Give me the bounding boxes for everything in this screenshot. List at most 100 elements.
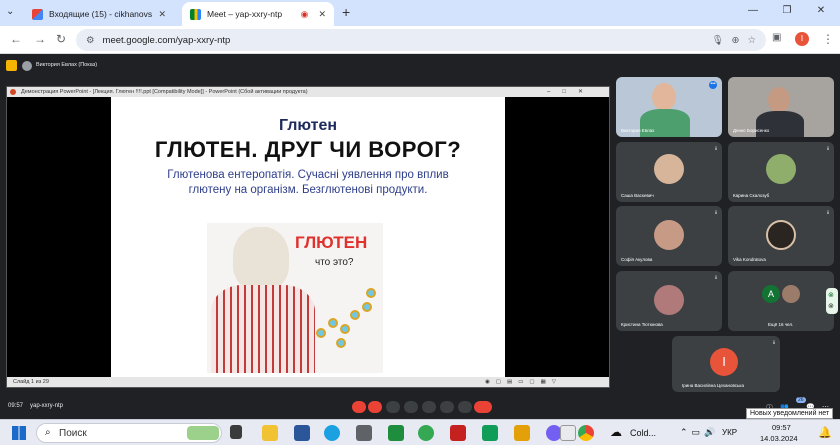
app-icon[interactable] [450,425,466,441]
notification-toast: Новых уведомлений нет [746,408,834,419]
participant-name: Саша Васкевич [621,193,654,198]
figure-head [233,227,289,291]
window-controls: — ❐ ✕ [736,5,838,16]
slide-counter: Слайд 1 из 29 [13,379,49,385]
present-button[interactable] [422,401,436,413]
participant-tile[interactable]: ⅱ Vika Kondratova [728,206,834,266]
slide-subtitle-1: Глютенова ентеропатія. Сучасні уявлення … [167,169,449,181]
emoji-button[interactable] [404,401,418,413]
participant-video [652,83,676,111]
powerpoint-icon [10,89,16,95]
app-icon[interactable] [560,425,576,441]
molecule-atom [328,318,338,328]
leave-call-button[interactable] [474,401,492,413]
bookmark-icon[interactable]: ☆ [747,35,756,46]
participant-avatar [654,220,684,250]
app-icon[interactable] [388,425,404,441]
participant-tile[interactable]: I ⅱ Ірина Василівна Цехановська [672,336,780,392]
participant-name: Денис Борисенко [733,128,770,133]
meet-icon [190,8,201,20]
close-icon[interactable]: ✕ [158,9,166,20]
slide-image: ГЛЮТЕН что это? [207,223,383,373]
presenter-label: Виктория Евлах (Показ) [36,62,98,68]
minimize-icon[interactable]: — [736,5,770,16]
task-view-icon[interactable] [230,425,242,439]
browser-tab-strip: ⌄ Входящие (15) - cikhanovskaja... ✕ Mee… [0,0,840,26]
profile-avatar[interactable]: I [795,32,809,46]
captions-button[interactable] [386,401,400,413]
others-count: Ещё 16 чел. [768,322,794,327]
raise-hand-button[interactable] [440,401,454,413]
site-info-icon[interactable]: ⚙ [86,35,95,46]
notifications-icon[interactable]: 🔔 [818,426,832,439]
participant-avatar [654,285,684,315]
file-explorer-icon[interactable] [262,425,278,441]
participant-avatar: I [710,348,738,376]
others-tile[interactable]: A Ещё 16 чел. [728,271,834,331]
reload-icon[interactable]: ↻ [56,32,66,46]
close-window-icon[interactable]: ✕ [804,5,838,16]
others-avatar: A [762,285,780,303]
participant-tile[interactable]: ••• Виктория Евлах [616,77,722,137]
mic-button[interactable] [352,401,366,413]
participant-tile[interactable]: ⅱ Карина Скалозуб [728,142,834,202]
ppt-title-bar: Демонстрация PowerPoint - [Лекция. Глюте… [7,87,609,97]
browser-toolbar: ← → ↻ ⚙ meet.google.com/yap-xxry-ntp 🎙 ⊕… [0,26,840,54]
participant-tile[interactable]: ⅱ Кристина Тютюнова [616,271,722,331]
chrome-icon[interactable] [578,425,594,441]
slide-title: ГЛЮТЕН. ДРУГ ЧИ ВОРОГ? [154,137,462,162]
more-options-button[interactable] [458,401,472,413]
edge-icon[interactable] [324,425,340,441]
participant-name: Ірина Василівна Цехановська [682,383,744,388]
store-icon[interactable] [356,425,372,441]
folder-icon[interactable] [514,425,530,441]
molecule-atom [362,302,372,312]
search-placeholder: Поиск [59,428,87,439]
participant-tile[interactable]: Денис Борисенко [728,77,834,137]
zoom-icon[interactable]: ⊕ [732,35,740,46]
tray-icons[interactable]: ⌃▭🔊 [680,427,719,438]
mic-icon[interactable]: 🎙 [711,35,723,46]
weather-text[interactable]: Cold... [630,428,656,438]
keyboard-language[interactable]: УКР [722,428,737,437]
maximize-icon[interactable]: ❐ [770,5,804,16]
widget-icon: ⊗ [828,292,834,299]
tab-search-icon[interactable]: ⌄ [6,6,14,17]
menu-icon[interactable]: ⋮ [822,32,834,46]
molecule-atom [366,288,376,298]
participant-name: Кристина Тютюнова [621,322,663,327]
mic-off-icon: ⅱ [826,146,829,152]
participant-tile[interactable]: ⅱ Софія Акулова [616,206,722,266]
molecule-atom [336,338,346,348]
widget-icon-2: ⊗ [828,303,834,310]
new-tab-button[interactable]: + [342,4,350,20]
glyten-word: ГЛЮТЕН [295,233,368,252]
sidepanel-icon[interactable]: ▣ [772,32,781,43]
close-icon[interactable]: ✕ [318,9,326,20]
slide-subtitle-2: глютену на організм. Безглютенові продук… [188,184,428,196]
molecule-atom [350,310,360,320]
back-icon[interactable]: ← [10,32,22,46]
meeting-time: 09:57 [8,403,24,409]
address-bar[interactable]: ⚙ meet.google.com/yap-xxry-ntp 🎙 ⊕ ☆ [76,29,766,51]
tab-meet-label: Meet – yap-xxry-ntp [207,9,283,19]
windows-start-icon[interactable] [12,426,26,440]
taskbar-search[interactable]: ⌕ Поиск [36,423,222,443]
weather-icon[interactable]: ☁ [610,425,622,439]
url-text: meet.google.com/yap-xxry-ntp [102,34,231,46]
mic-off-icon: ⅱ [826,210,829,216]
forward-icon[interactable]: → [34,32,46,46]
tab-gmail[interactable]: Входящие (15) - cikhanovskaja... ✕ [24,2,174,26]
participant-video [768,87,790,113]
participant-tile[interactable]: ⅱ Саша Васкевич [616,142,722,202]
app-icon[interactable] [482,425,498,441]
app-icon[interactable] [418,425,434,441]
participant-video-body [756,111,804,137]
presenter-avatar [22,61,32,71]
camera-button[interactable] [368,401,382,413]
word-icon[interactable] [294,425,310,441]
mic-off-icon: ⅱ [714,210,717,216]
side-widget[interactable]: ⊗ ⊗ [826,288,838,314]
ppt-view-controls[interactable]: ◉▢▤▭▢▦▽ [485,377,562,387]
tab-meet[interactable]: Meet – yap-xxry-ntp ◉ ✕ [182,2,334,26]
